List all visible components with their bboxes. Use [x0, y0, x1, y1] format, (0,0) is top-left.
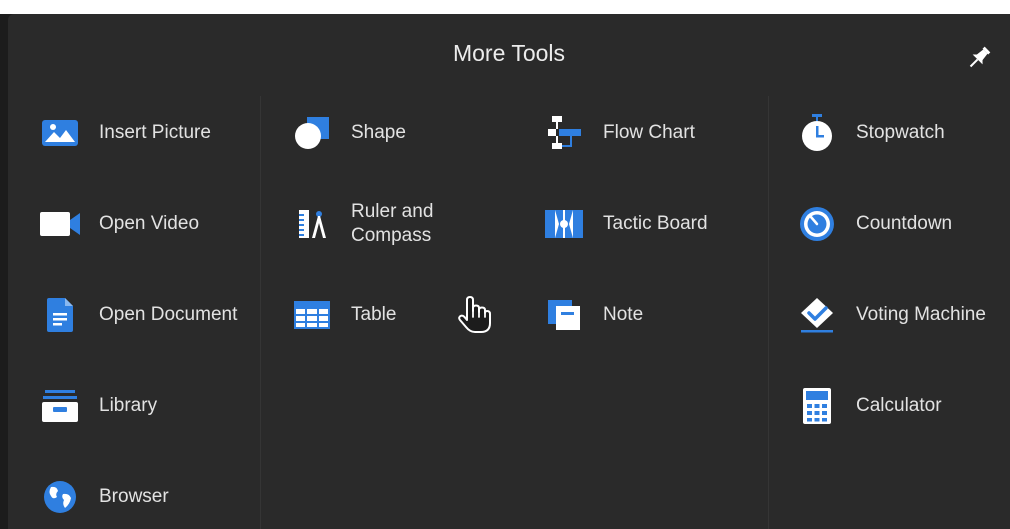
more-tools-panel: More Tools Insert Picture Open Video Ope…	[8, 14, 1010, 529]
ruler-compass-button[interactable]: Ruler and Compass	[292, 196, 433, 252]
countdown-label: Countdown	[856, 213, 953, 234]
open-document-label: Open Document	[99, 304, 238, 325]
pin-icon[interactable]	[963, 42, 995, 74]
tactic-board-icon	[544, 204, 584, 244]
ruler-compass-label: Ruler and Compass	[351, 201, 434, 246]
browser-label: Browser	[99, 486, 169, 507]
countdown-icon	[797, 204, 837, 244]
column-divider	[768, 96, 769, 529]
globe-icon	[40, 477, 80, 517]
table-icon	[292, 295, 332, 335]
stopwatch-button[interactable]: Stopwatch	[797, 105, 945, 161]
video-icon	[40, 204, 80, 244]
panel-title: More Tools	[452, 40, 566, 66]
calculator-button[interactable]: Calculator	[797, 378, 942, 434]
open-video-button[interactable]: Open Video	[40, 196, 199, 252]
table-button[interactable]: Table	[292, 287, 396, 343]
flow-chart-icon	[544, 113, 584, 153]
library-label: Library	[99, 395, 158, 416]
picture-icon	[40, 113, 80, 153]
open-video-label: Open Video	[99, 213, 200, 234]
note-icon	[544, 295, 584, 335]
flow-chart-button[interactable]: Flow Chart	[544, 105, 695, 161]
voting-machine-label: Voting Machine	[856, 304, 986, 325]
voting-machine-button[interactable]: Voting Machine	[797, 287, 986, 343]
browser-button[interactable]: Browser	[40, 469, 169, 525]
insert-picture-label: Insert Picture	[99, 122, 211, 143]
tactic-board-label: Tactic Board	[603, 213, 708, 234]
column-divider	[260, 96, 261, 529]
note-label: Note	[603, 304, 644, 325]
countdown-button[interactable]: Countdown	[797, 196, 952, 252]
table-label: Table	[351, 304, 397, 325]
tactic-board-button[interactable]: Tactic Board	[544, 196, 708, 252]
document-icon	[40, 295, 80, 335]
hand-pointer-icon	[456, 295, 492, 335]
stopwatch-label: Stopwatch	[856, 122, 945, 143]
note-button[interactable]: Note	[544, 287, 643, 343]
flow-chart-label: Flow Chart	[603, 122, 695, 143]
library-icon	[40, 386, 80, 426]
voting-machine-icon	[797, 295, 837, 335]
calculator-icon	[797, 386, 837, 426]
stopwatch-icon	[797, 113, 837, 153]
top-strip	[0, 0, 1010, 14]
shape-label: Shape	[351, 122, 406, 143]
library-button[interactable]: Library	[40, 378, 157, 434]
open-document-button[interactable]: Open Document	[40, 287, 237, 343]
ruler-compass-icon	[292, 204, 332, 244]
calculator-label: Calculator	[856, 395, 942, 416]
shape-icon	[292, 113, 332, 153]
shape-button[interactable]: Shape	[292, 105, 406, 161]
insert-picture-button[interactable]: Insert Picture	[40, 105, 211, 161]
